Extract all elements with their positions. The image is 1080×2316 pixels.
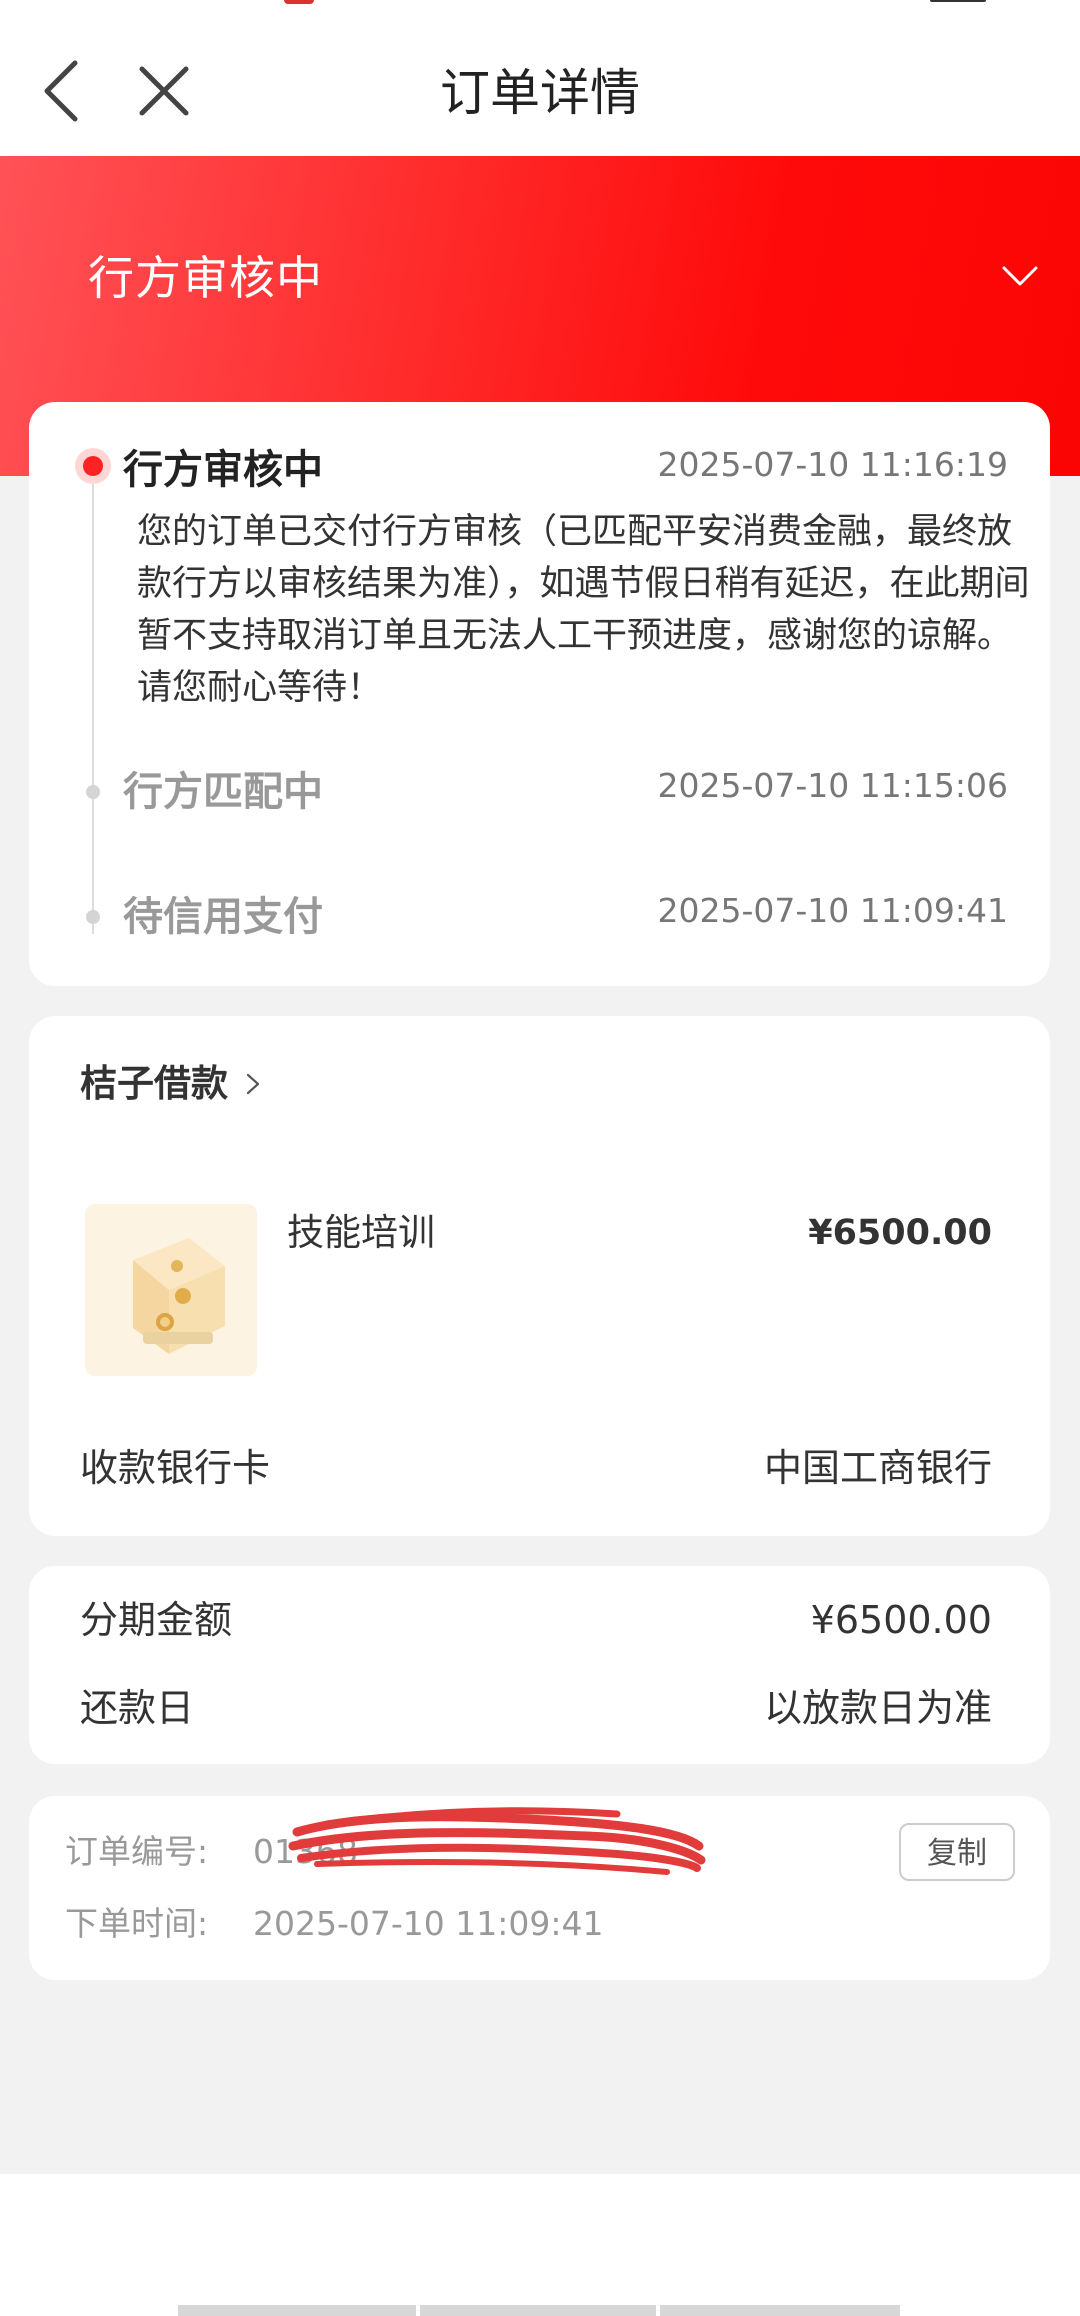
nav-gesture-bar[interactable] bbox=[420, 2305, 656, 2316]
coin-box-icon bbox=[85, 1204, 257, 1376]
order-number-label: 订单编号: bbox=[65, 1832, 209, 1871]
top-bar: 订单详情 bbox=[0, 0, 1080, 156]
order-info-card: 订单编号: 01368 复制 下单时间: 2025-07-10 11:09:41 bbox=[29, 1796, 1050, 1980]
bottom-area bbox=[0, 2174, 1080, 2316]
installment-card: 分期金额 ¥6500.00 还款日 以放款日为准 bbox=[29, 1566, 1050, 1764]
timeline-step-time: 2025-07-10 11:15:06 bbox=[657, 766, 1008, 805]
merchant-name: 桔子借款 bbox=[80, 1062, 228, 1105]
status-bar-remnant bbox=[0, 0, 1080, 8]
chevron-down-icon[interactable] bbox=[1000, 256, 1040, 296]
merchant-link[interactable]: 桔子借款 bbox=[80, 1056, 264, 1112]
status-app-icon bbox=[284, 0, 314, 4]
timeline-step-title: 行方匹配中 bbox=[123, 769, 323, 815]
order-time-label: 下单时间: bbox=[65, 1904, 209, 1943]
timeline-step-time: 2025-07-10 11:16:19 bbox=[657, 445, 1008, 484]
product-price: ¥6500.00 bbox=[808, 1213, 992, 1253]
bank-card-value: 中国工商银行 bbox=[763, 1446, 992, 1490]
installment-amount-label: 分期金额 bbox=[80, 1598, 233, 1642]
bank-card-label: 收款银行卡 bbox=[80, 1446, 271, 1490]
copy-button[interactable]: 复制 bbox=[899, 1823, 1015, 1881]
repayment-day-value: 以放款日为准 bbox=[763, 1686, 992, 1730]
banner-status-text: 行方审核中 bbox=[88, 251, 323, 305]
product-image bbox=[85, 1204, 257, 1376]
chevron-right-icon bbox=[246, 1073, 260, 1095]
nav-gesture-bar[interactable] bbox=[178, 2305, 416, 2316]
status-timeline-card: 行方审核中 2025-07-10 11:16:19 您的订单已交付行方审核（已匹… bbox=[29, 402, 1050, 986]
timeline-step-title: 行方审核中 bbox=[123, 447, 323, 493]
timeline-step-time: 2025-07-10 11:09:41 bbox=[657, 891, 1008, 930]
status-battery-icon bbox=[930, 0, 986, 2]
repayment-day-label: 还款日 bbox=[80, 1686, 195, 1730]
order-time-value: 2025-07-10 11:09:41 bbox=[253, 1904, 604, 1943]
installment-amount-value: ¥6500.00 bbox=[810, 1598, 992, 1642]
nav-gesture-bar[interactable] bbox=[660, 2305, 900, 2316]
timeline-dot bbox=[86, 785, 100, 799]
page-title: 订单详情 bbox=[440, 64, 640, 122]
timeline-active-dot bbox=[75, 448, 111, 484]
timeline-step-description: 您的订单已交付行方审核（已匹配平安消费金融，最终放款行方以审核结果为准），如遇节… bbox=[137, 512, 1030, 708]
timeline-dot bbox=[86, 910, 100, 924]
redaction-scribble bbox=[288, 1807, 706, 1875]
timeline-step-title: 待信用支付 bbox=[123, 894, 323, 940]
timeline-line bbox=[92, 454, 94, 934]
product-card: 桔子借款 技能培训 ¥6500.00 收款银行卡 中国工商银行 bbox=[29, 1016, 1050, 1536]
product-name: 技能培训 bbox=[287, 1211, 435, 1254]
